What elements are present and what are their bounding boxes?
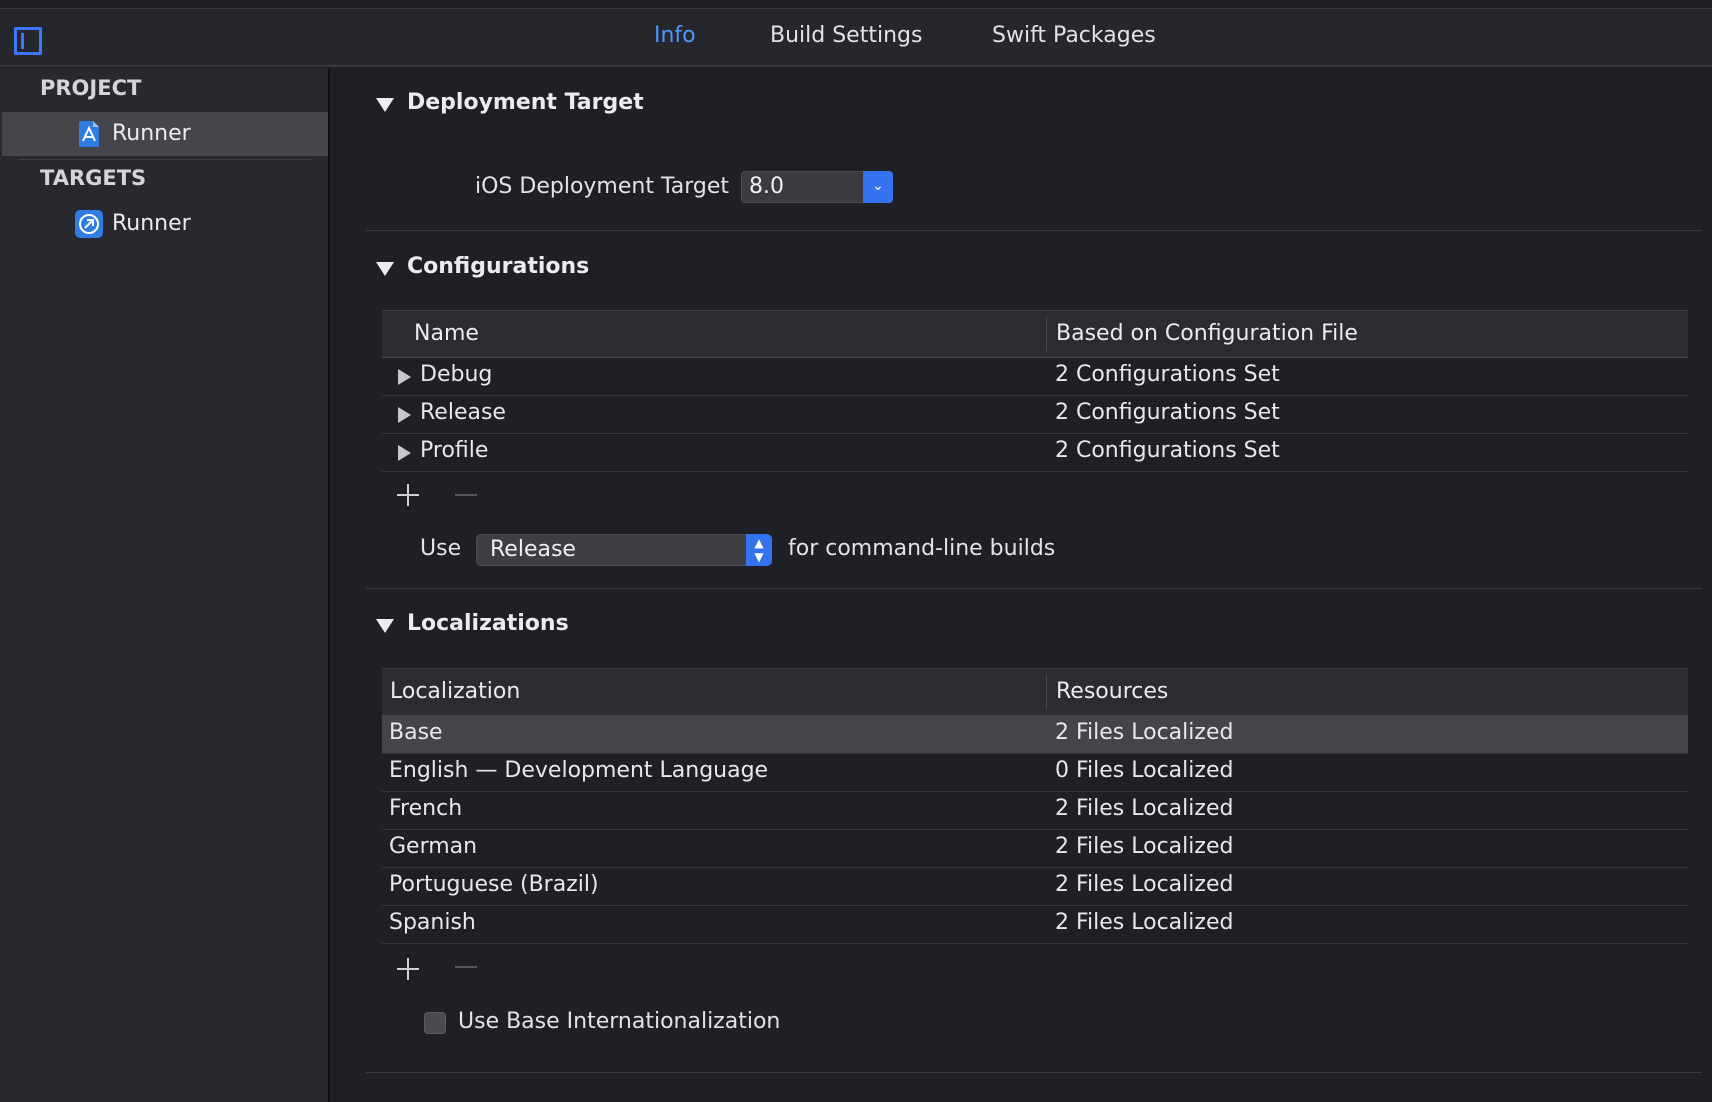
localizations-table: Localization Resources Base 2 Files Loca… — [382, 668, 1688, 944]
localization-resources: 2 Files Localized — [1055, 910, 1234, 935]
sidebar-item-project-runner[interactable]: Runner — [2, 112, 328, 156]
up-down-chevron-icon: ▲ ▼ — [746, 534, 772, 566]
disclosure-triangle-icon[interactable] — [398, 407, 411, 423]
sidebar-divider — [18, 159, 312, 160]
xcode-window: Info Build Settings Swift Packages PROJE… — [0, 0, 1712, 1102]
sidebar-item-target-runner[interactable]: Runner — [2, 202, 328, 246]
localization-name: German — [389, 834, 478, 859]
deployment-disclosure-icon[interactable] — [376, 98, 394, 112]
column-header-name[interactable]: Name — [414, 321, 479, 346]
column-separator — [1046, 317, 1047, 351]
localization-resources: 2 Files Localized — [1055, 720, 1234, 745]
localization-name: French — [389, 796, 463, 821]
tabs: Info Build Settings Swift Packages — [0, 9, 1712, 66]
command-line-config-select[interactable]: Release ▲ ▼ — [476, 534, 772, 566]
localizations-section-title: Localizations — [407, 611, 569, 636]
table-row[interactable]: Portuguese (Brazil) 2 Files Localized — [382, 868, 1688, 906]
tab-info[interactable]: Info — [654, 23, 696, 48]
disclosure-triangle-icon[interactable] — [398, 369, 411, 385]
table-row[interactable]: French 2 Files Localized — [382, 792, 1688, 830]
configurations-table: Name Based on Configuration File Debug 2… — [382, 310, 1688, 472]
localization-resources: 2 Files Localized — [1055, 834, 1234, 859]
sidebar-item-label: Runner — [112, 121, 191, 146]
config-file: 2 Configurations Set — [1055, 400, 1280, 425]
localization-name: Portuguese (Brazil) — [389, 872, 599, 897]
deployment-section-title: Deployment Target — [407, 90, 644, 115]
localization-resources: 2 Files Localized — [1055, 796, 1234, 821]
section-divider — [366, 230, 1702, 231]
table-row[interactable]: English — Development Language 0 Files L… — [382, 754, 1688, 792]
app-target-icon — [74, 209, 104, 239]
chevron-down-icon: ⌄ — [863, 171, 893, 203]
localization-name: Spanish — [389, 910, 476, 935]
base-internationalization-label: Use Base Internationalization — [458, 1009, 781, 1034]
xcode-project-icon — [74, 119, 104, 149]
add-configuration-button[interactable] — [397, 484, 419, 506]
configurations-table-header: Name Based on Configuration File — [382, 310, 1688, 358]
disclosure-triangle-icon[interactable] — [398, 445, 411, 461]
project-info-editor: Deployment Target iOS Deployment Target … — [332, 68, 1712, 1102]
localizations-disclosure-icon[interactable] — [376, 619, 394, 633]
tab-build-settings[interactable]: Build Settings — [770, 23, 922, 48]
use-label: Use — [420, 536, 462, 561]
command-line-builds-label: for command-line builds — [788, 536, 1056, 561]
section-divider — [366, 1072, 1702, 1073]
configurations-section-title: Configurations — [407, 254, 590, 279]
config-file: 2 Configurations Set — [1055, 362, 1280, 387]
localization-resources: 2 Files Localized — [1055, 872, 1234, 897]
tab-swift-packages[interactable]: Swift Packages — [992, 23, 1156, 48]
table-row[interactable]: Base 2 Files Localized — [382, 716, 1688, 754]
column-header-config-file[interactable]: Based on Configuration File — [1056, 321, 1358, 346]
section-divider — [366, 588, 1702, 589]
localization-name: English — Development Language — [389, 758, 769, 783]
remove-configuration-button[interactable] — [455, 494, 477, 496]
localization-name: Base — [389, 720, 443, 745]
ios-deployment-target-label: iOS Deployment Target — [475, 174, 730, 199]
command-line-config-value: Release — [490, 537, 576, 562]
editor-tab-bar: Info Build Settings Swift Packages — [0, 8, 1712, 67]
project-header: PROJECT — [40, 76, 142, 100]
localization-resources: 0 Files Localized — [1055, 758, 1234, 783]
config-name: Release — [420, 400, 506, 425]
targets-header: TARGETS — [40, 166, 147, 190]
config-name: Debug — [420, 362, 493, 387]
ios-deployment-target-popup[interactable]: 8.0 ⌄ — [741, 171, 893, 203]
configurations-disclosure-icon[interactable] — [376, 262, 394, 276]
table-row[interactable]: Release 2 Configurations Set — [382, 396, 1688, 434]
table-row[interactable]: Debug 2 Configurations Set — [382, 358, 1688, 396]
config-file: 2 Configurations Set — [1055, 438, 1280, 463]
column-header-resources[interactable]: Resources — [1056, 679, 1168, 704]
config-name: Profile — [420, 438, 489, 463]
column-header-localization[interactable]: Localization — [390, 679, 520, 704]
project-navigator: PROJECT Runner TARGETS Runner — [0, 68, 330, 1102]
sidebar-item-label: Runner — [112, 211, 191, 236]
table-row[interactable]: Profile 2 Configurations Set — [382, 434, 1688, 472]
ios-deployment-target-value: 8.0 — [749, 174, 784, 199]
base-internationalization-checkbox[interactable] — [424, 1012, 446, 1034]
table-row[interactable]: Spanish 2 Files Localized — [382, 906, 1688, 944]
add-localization-button[interactable] — [397, 958, 419, 980]
localizations-table-header: Localization Resources — [382, 668, 1688, 716]
remove-localization-button[interactable] — [455, 966, 477, 968]
column-separator — [1046, 675, 1047, 709]
table-row[interactable]: German 2 Files Localized — [382, 830, 1688, 868]
